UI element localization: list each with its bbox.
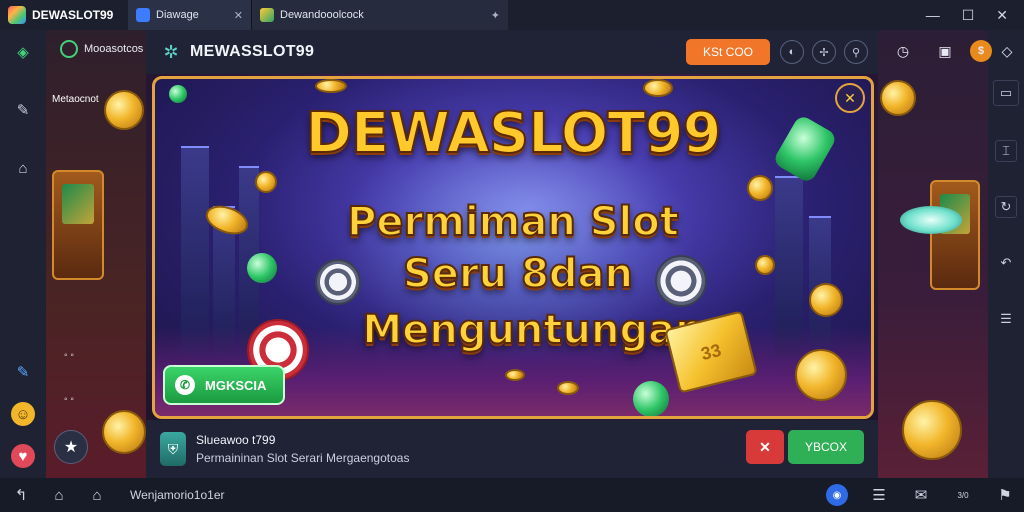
slot-machine-image (930, 180, 980, 290)
dismiss-button[interactable]: ✕ (746, 430, 784, 464)
lock-icon[interactable]: ▣ (934, 40, 956, 62)
maximize-icon[interactable]: ☐ (962, 7, 975, 24)
cta-label: MGKSCIA (205, 377, 267, 393)
app-info-bar: ⛨ Slueawoo t799 Permaininan Slot Serari … (146, 420, 878, 478)
ring-icon (60, 40, 78, 58)
banner-subtitle-line2: Seru 8dan (402, 250, 634, 298)
bluetooth-icon[interactable]: ◉ (826, 484, 848, 506)
side-app-label[interactable]: Mooasotcos (46, 40, 146, 58)
app-logo-icon (8, 6, 26, 24)
list-icon[interactable]: ☰ (868, 484, 890, 506)
gold-coin-image (747, 175, 773, 201)
window-icon[interactable]: ▭ (993, 80, 1019, 106)
emoji-icon[interactable]: ☺ (11, 402, 35, 426)
flag-icon[interactable]: ⚑ (994, 484, 1016, 506)
back-icon[interactable]: ↶ (995, 252, 1017, 274)
chart-icon[interactable]: ✎ (11, 98, 35, 122)
window-controls: — ☐ ✕ (926, 7, 1024, 24)
site-title: MEWASSLOT99 (190, 43, 315, 60)
header-action-button[interactable]: KSt COO (686, 39, 770, 65)
tab-pin-icon[interactable]: ✦ (491, 9, 500, 22)
casino-background-right (878, 30, 990, 478)
home-icon[interactable]: ⌂ (11, 156, 35, 180)
tab-label: Diawage (156, 9, 199, 21)
gold-coin-image (255, 171, 277, 193)
app-info-title: Slueawoo t799 (196, 433, 276, 447)
gold-coin-image (557, 381, 579, 395)
coin-icon[interactable]: $ (970, 40, 992, 62)
slot-machine-image (52, 170, 104, 280)
share-icon[interactable]: ✢ (812, 40, 836, 64)
promo-banner[interactable]: DEWASLOT99 Permiman Slot Seru 8dan Mengu… (152, 76, 874, 419)
chat-icon[interactable]: ✉ (910, 484, 932, 506)
star-button[interactable]: ★ (54, 430, 88, 464)
app-name: DEWASLOT99 (32, 8, 114, 22)
house-icon[interactable]: ⌂ (86, 484, 108, 506)
whatsapp-icon: ✆ (175, 375, 195, 395)
scan-counter[interactable]: 3/0 (952, 484, 974, 506)
shield-icon: ⛨ (160, 432, 186, 466)
gold-coin-image (102, 410, 146, 454)
gold-coin-image (795, 349, 847, 401)
dots-indicator: ◦ ◦ (64, 350, 74, 361)
banner-subtitle-line1: Permiman Slot (346, 198, 680, 246)
banner-title: DEWASLOT99 (304, 100, 722, 167)
tab-dewandooolcock[interactable]: Dewandooolcock ✦ (252, 0, 508, 30)
app-info-desc: Permaininan Slot Serari Mergaengotoas (196, 451, 410, 465)
counter-value: 3/0 (957, 490, 969, 500)
app-switch-icon[interactable]: ◈ (11, 40, 35, 64)
gold-coin-image (505, 369, 525, 381)
close-icon[interactable]: ✕ (996, 7, 1008, 24)
left-sidebar: ◈ ✎ ⌂ ✎ ☺ ♥ (0, 30, 46, 478)
gold-coin-image (902, 400, 962, 460)
clock-icon[interactable]: ◷ (892, 40, 914, 62)
diamond-icon[interactable]: ◇ (996, 40, 1018, 62)
gold-coin-image (104, 90, 144, 130)
bottom-taskbar: ↰ ⌂ ⌂ Wenjamorio1o1er ◉ ☰ ✉ 3/0 ⚑ (0, 478, 1024, 512)
dots-indicator: ◦ ◦ (64, 394, 74, 405)
banner-subtitle-line3: Menguntungan (361, 306, 704, 354)
search-icon[interactable]: ⚲ (844, 40, 868, 64)
tab-favicon-icon (136, 8, 150, 22)
app-info-text: Slueawoo t799 Permaininan Slot Serari Me… (196, 433, 409, 465)
tab-label: Dewandooolcock (280, 9, 364, 21)
side-app-name: Mooasotcos (84, 43, 144, 55)
tab-diawage[interactable]: Diawage ✕ (128, 0, 252, 30)
close-banner-icon[interactable]: ✕ (835, 83, 865, 113)
app-title: DEWASLOT99 (0, 0, 128, 30)
sidebar-bottom-icons: ✎ ☺ ♥ (0, 360, 46, 468)
title-bar: DEWASLOT99 Diawage ✕ Dewandooolcock ✦ — … (0, 0, 1024, 30)
edit-icon[interactable]: ✎ (11, 360, 35, 384)
green-gem-image (900, 206, 962, 234)
compass-icon[interactable]: ◐ (780, 40, 804, 64)
back-icon[interactable]: ↰ (10, 484, 32, 506)
heart-icon[interactable]: ♥ (11, 444, 35, 468)
app-window: DEWASLOT99 Diawage ✕ Dewandooolcock ✦ — … (0, 0, 1024, 512)
confirm-button[interactable]: YBCOX (788, 430, 864, 464)
banner-cta-button[interactable]: ✆ MGKSCIA (163, 365, 285, 405)
green-gem-image (633, 381, 669, 416)
tab-close-icon[interactable]: ✕ (234, 9, 243, 22)
menu-icon[interactable]: ☰ (995, 308, 1017, 330)
minimize-icon[interactable]: — (926, 7, 940, 24)
side-sub-label: Metaocnot (52, 94, 99, 105)
rotate-icon[interactable]: ↻ (995, 196, 1017, 218)
gold-coin-image (315, 79, 347, 93)
gold-coin-image (643, 79, 673, 97)
taskbar-tray: ◉ ☰ ✉ 3/0 ⚑ (826, 484, 1016, 506)
taskbar-label: Wenjamorio1o1er (130, 488, 225, 502)
tab-favicon-icon (260, 8, 274, 22)
home-icon[interactable]: ⌂ (48, 484, 70, 506)
content-header: ✲ MEWASSLOT99 KSt COO ◐ ✢ ⚲ (146, 30, 878, 74)
right-sidebar: ▭ ⌶ ↻ ↶ ☰ (988, 30, 1024, 478)
site-logo-icon: ✲ (163, 41, 179, 62)
tool-icon[interactable]: ⌶ (995, 140, 1017, 162)
gold-coin-image (880, 80, 916, 116)
